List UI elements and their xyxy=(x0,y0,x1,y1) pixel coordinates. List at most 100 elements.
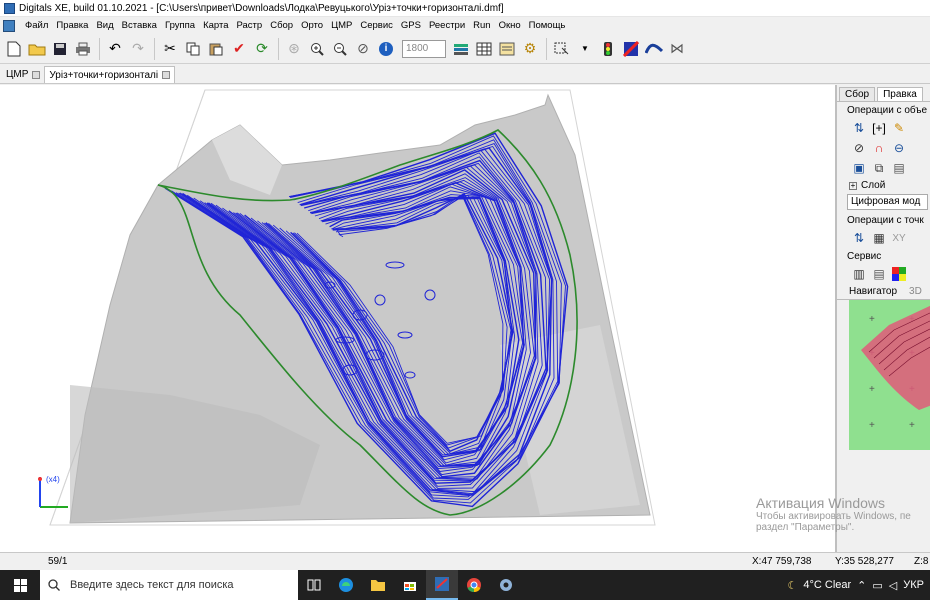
taskbar-search[interactable]: Введите здесь текст для поиска xyxy=(40,570,298,600)
traffic-light-icon[interactable] xyxy=(597,38,619,60)
weather-text[interactable]: 4°C Clear xyxy=(803,579,851,591)
status-bar: 59/1 X:47 759,738 Y:35 528,277 Z:8 xyxy=(0,552,930,570)
checkmark-icon[interactable]: ✔ xyxy=(228,38,250,60)
xy-icon[interactable]: XY xyxy=(891,230,907,246)
menu-view[interactable]: Вид xyxy=(92,20,117,31)
page-icon[interactable]: ▤ xyxy=(891,160,907,176)
layers-icon[interactable] xyxy=(450,38,472,60)
search-placeholder: Введите здесь текст для поиска xyxy=(70,579,234,591)
menu-help[interactable]: Помощь xyxy=(525,20,570,31)
print-icon[interactable] xyxy=(72,38,94,60)
expand-icon[interactable]: + xyxy=(849,181,857,190)
merge-icon[interactable]: ⊖ xyxy=(891,140,907,156)
table-icon[interactable] xyxy=(473,38,495,60)
app-icon xyxy=(4,2,15,14)
document-icon[interactable] xyxy=(3,19,15,32)
tab-edit[interactable]: Правка xyxy=(877,87,923,101)
chevron-up-icon[interactable]: ⌃ xyxy=(857,579,866,592)
object-ops-row-2: ⊘ ∩ ⊖ xyxy=(837,138,930,158)
frame-icon[interactable]: ▣ xyxy=(851,160,867,176)
redo-icon[interactable]: ↷ xyxy=(127,38,149,60)
refresh-icon[interactable]: ⟳ xyxy=(251,38,273,60)
digitals-app-icon[interactable] xyxy=(426,570,458,600)
tab-dem[interactable]: ЦМР xyxy=(2,66,44,83)
chrome-icon[interactable] xyxy=(458,570,490,600)
service-page-icon[interactable]: ▤ xyxy=(871,266,887,282)
info-icon[interactable]: i xyxy=(375,38,397,60)
properties-icon[interactable] xyxy=(496,38,518,60)
save-icon[interactable] xyxy=(49,38,71,60)
tab-cut-points-contours[interactable]: Урiз+точки+горизонталi xyxy=(44,66,176,83)
tab-collect[interactable]: Сбор xyxy=(839,87,876,101)
section-point-ops: Операции с точк xyxy=(847,215,924,226)
cut-icon[interactable]: ✂ xyxy=(159,38,181,60)
layer-select[interactable]: Цифровая мод xyxy=(847,194,928,210)
status-y: Y:35 528,277 xyxy=(835,556,894,567)
task-view-icon[interactable] xyxy=(298,570,330,600)
copy-object-icon[interactable]: ⧉ xyxy=(871,160,887,176)
pencil-icon[interactable]: ✎ xyxy=(891,120,907,136)
menu-file[interactable]: Файл xyxy=(21,20,52,31)
status-z: Z:8 xyxy=(914,556,929,567)
dropdown-arrow-icon[interactable]: ▼ xyxy=(574,38,596,60)
start-button[interactable] xyxy=(0,570,40,600)
store-icon[interactable] xyxy=(394,570,426,600)
windows-icon xyxy=(13,578,27,592)
network-icon[interactable]: ⋈ xyxy=(666,38,688,60)
service-row: ▥ ▤ xyxy=(837,264,930,284)
rotate-icon[interactable]: ⊘ xyxy=(851,140,867,156)
layer-row[interactable]: + Слой xyxy=(837,178,930,193)
raster-icon[interactable] xyxy=(620,38,642,60)
menu-group[interactable]: Группа xyxy=(161,20,199,31)
scale-input[interactable]: 1800 xyxy=(402,39,446,58)
menu-window[interactable]: Окно xyxy=(495,20,525,31)
navigator-tab[interactable]: Навигатор xyxy=(849,286,897,297)
paste-icon[interactable] xyxy=(205,38,227,60)
3d-viewport[interactable]: (x4) xyxy=(0,85,835,552)
point-table-icon[interactable]: ▦ xyxy=(871,230,887,246)
menu-bar: Файл Правка Вид Вставка Группа Карта Рас… xyxy=(0,17,930,34)
select-tool-icon[interactable] xyxy=(551,38,573,60)
menu-edit[interactable]: Правка xyxy=(52,20,92,31)
edge-icon[interactable] xyxy=(330,570,362,600)
menu-service[interactable]: Сервис xyxy=(356,20,397,31)
tools-icon[interactable]: ⚙ xyxy=(519,38,541,60)
close-icon[interactable] xyxy=(32,70,41,79)
navigator-map[interactable]: ++ ++ ++ ++ xyxy=(849,300,930,450)
settings-app-icon[interactable] xyxy=(490,570,522,600)
object-ops-row-3: ▣ ⧉ ▤ xyxy=(837,158,930,178)
menu-dem[interactable]: ЦМР xyxy=(327,20,356,31)
curve-icon[interactable] xyxy=(643,38,665,60)
zoom-in-icon[interactable] xyxy=(306,38,328,60)
new-file-icon[interactable] xyxy=(3,38,25,60)
zoom-window-icon[interactable]: ⊘ xyxy=(352,38,374,60)
menu-run[interactable]: Run xyxy=(469,20,494,31)
move-point-icon[interactable]: ⇅ xyxy=(851,230,867,246)
undo-icon[interactable]: ↶ xyxy=(104,38,126,60)
zoom-reset-icon[interactable]: ⊛ xyxy=(283,38,305,60)
volume-icon[interactable]: ◁ xyxy=(889,579,897,592)
magnet-icon[interactable]: ∩ xyxy=(871,140,887,156)
menu-raster[interactable]: Растр xyxy=(233,20,267,31)
menu-insert[interactable]: Вставка xyxy=(118,20,161,31)
service-tool-icon[interactable]: ▥ xyxy=(851,266,867,282)
language-indicator[interactable]: УКР xyxy=(903,579,924,591)
point-ops-row: ⇅ ▦ XY xyxy=(837,228,930,248)
menu-collect[interactable]: Сбор xyxy=(266,20,297,31)
close-icon[interactable] xyxy=(162,71,171,79)
menu-ortho[interactable]: Орто xyxy=(297,20,327,31)
bracket-object-icon[interactable]: [+] xyxy=(871,120,887,136)
menu-map[interactable]: Карта xyxy=(199,20,232,31)
open-folder-icon[interactable] xyxy=(26,38,48,60)
file-explorer-icon[interactable] xyxy=(362,570,394,600)
network-tray-icon[interactable]: ▭ xyxy=(872,579,882,592)
move-object-icon[interactable]: ⇅ xyxy=(851,120,867,136)
svg-text:+: + xyxy=(909,420,915,431)
copy-icon[interactable] xyxy=(182,38,204,60)
menu-gps[interactable]: GPS xyxy=(397,20,425,31)
zoom-out-icon[interactable] xyxy=(329,38,351,60)
color-palette-icon[interactable] xyxy=(891,266,907,282)
moon-icon: ☾ xyxy=(787,579,798,592)
navigator-3d-tab[interactable]: 3D xyxy=(909,286,922,297)
menu-registries[interactable]: Реестри xyxy=(425,20,469,31)
